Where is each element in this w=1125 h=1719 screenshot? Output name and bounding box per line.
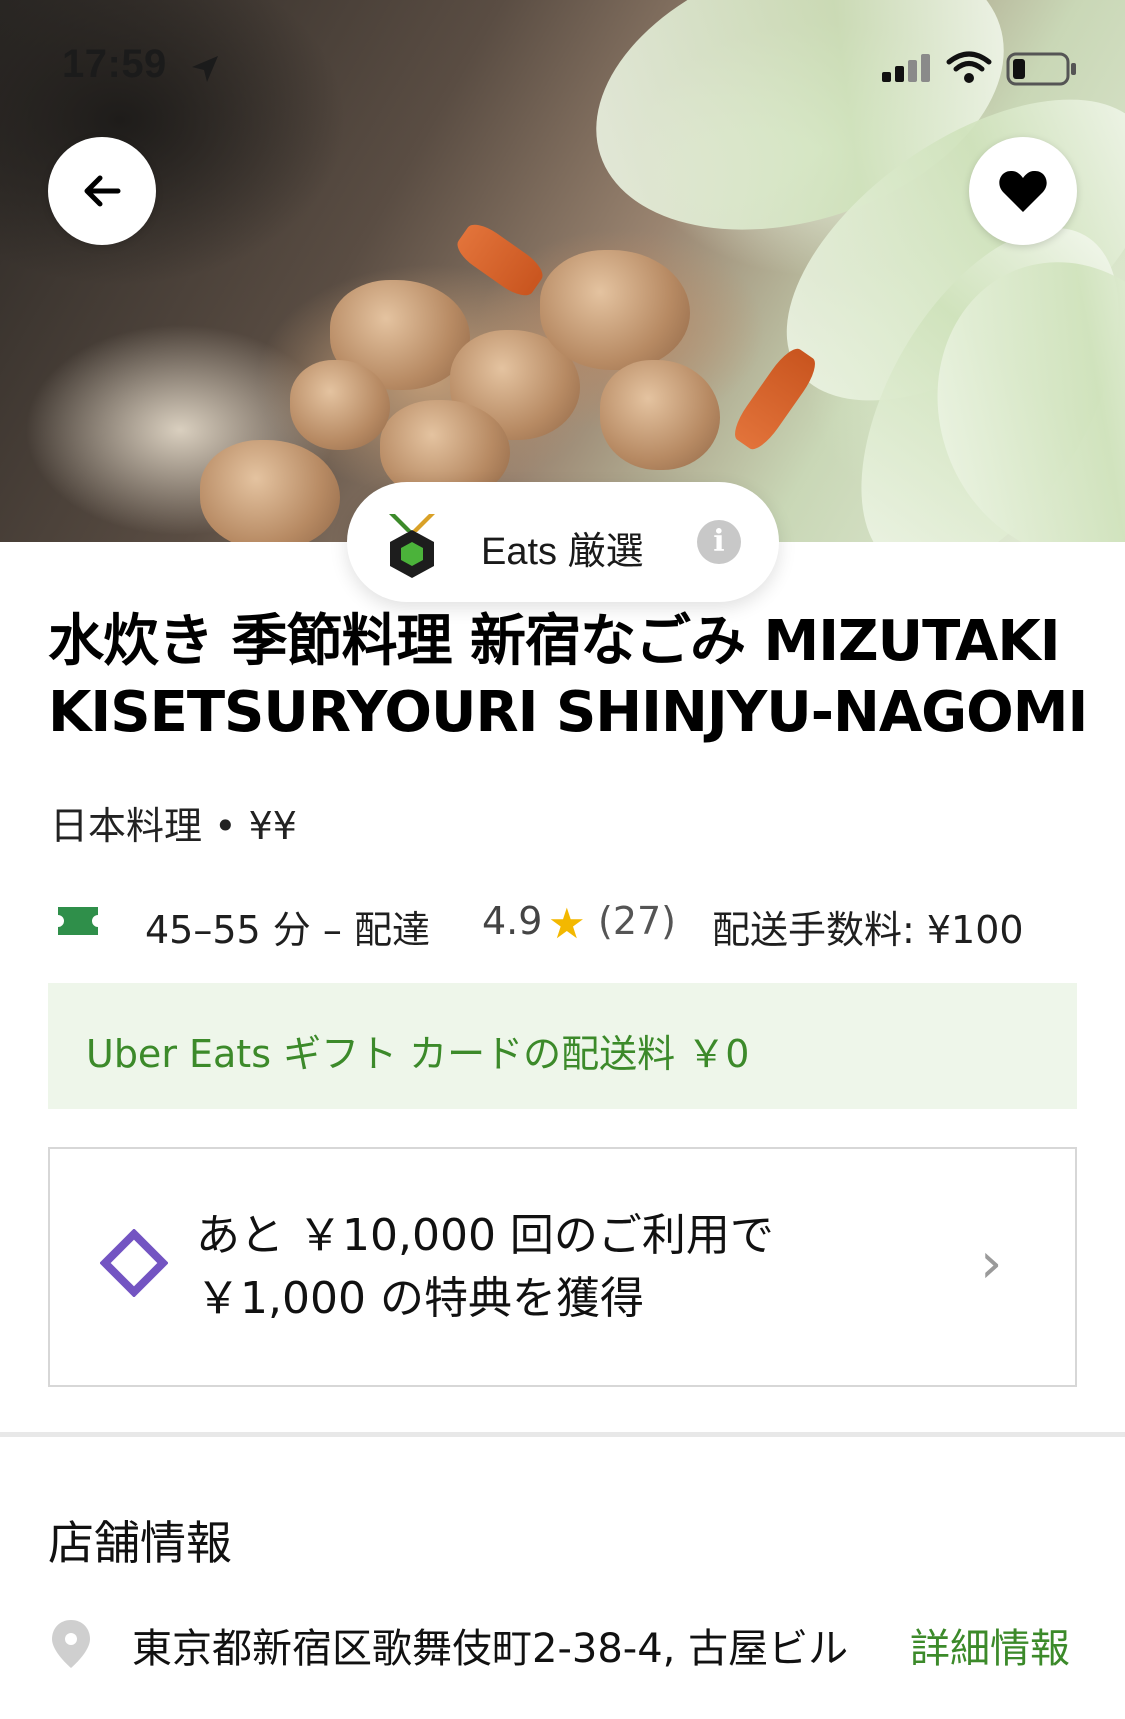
wifi-icon (946, 51, 992, 83)
badge-label: Eats 厳選 (481, 531, 644, 573)
diamond-icon (100, 1229, 168, 1297)
rating-value: 4.9 (482, 899, 543, 943)
favorite-button[interactable] (969, 137, 1077, 245)
section-divider (0, 1432, 1125, 1437)
more-info-link[interactable]: 詳細情報 (910, 1616, 1070, 1674)
restaurant-name: 水炊き 季節料理 新宿なごみ MIZUTAKI KISETSURYOURI SH… (48, 609, 1088, 745)
status-time: 17:59 (62, 42, 167, 86)
gift-card-text: Uber Eats ギフト カードの配送料 ￥0 (86, 1032, 750, 1076)
gift-card-banner: Uber Eats ギフト カードの配送料 ￥0 (48, 983, 1077, 1109)
location-pin-icon (52, 1620, 90, 1668)
status-bar: 17:59 (0, 42, 1125, 102)
eats-pick-badge[interactable]: Eats 厳選 i (347, 482, 779, 602)
back-button[interactable] (48, 137, 156, 245)
reward-card[interactable]: あと ￥10,000 回のご利用で ￥1,000 の特典を獲得 › (48, 1147, 1077, 1387)
heart-icon (999, 170, 1047, 212)
review-count: (27) (598, 899, 677, 943)
star-icon: ★ (548, 899, 586, 948)
store-info-heading: 店舗情報 (48, 1516, 232, 1570)
reward-line-1: あと ￥10,000 回のご利用で (196, 1210, 774, 1261)
delivery-eta: 45–55 分 – 配達 (145, 908, 430, 952)
delivery-fee: 配送手数料: ¥100 (712, 908, 1024, 952)
reward-line-2: ￥1,000 の特典を獲得 (196, 1273, 644, 1324)
address-row: 東京都新宿区歌舞伎町2-38-4, 古屋ビル 詳細情報 (0, 1612, 1125, 1672)
info-icon[interactable]: i (697, 520, 741, 564)
arrow-left-icon (84, 175, 121, 207)
ticket-icon (58, 907, 98, 935)
cellular-signal-icon (882, 54, 930, 82)
delivery-meta: 45–55 分 – 配達 4.9 ★ (27) 配送手数料: ¥100 (0, 895, 1125, 955)
battery-icon (1006, 52, 1076, 86)
medal-icon (389, 514, 435, 578)
store-address: 東京都新宿区歌舞伎町2-38-4, 古屋ビル (132, 1626, 849, 1672)
chevron-right-icon: › (980, 1231, 1003, 1296)
restaurant-category: 日本料理 • ¥¥ (50, 804, 297, 848)
location-arrow-icon (192, 56, 218, 82)
